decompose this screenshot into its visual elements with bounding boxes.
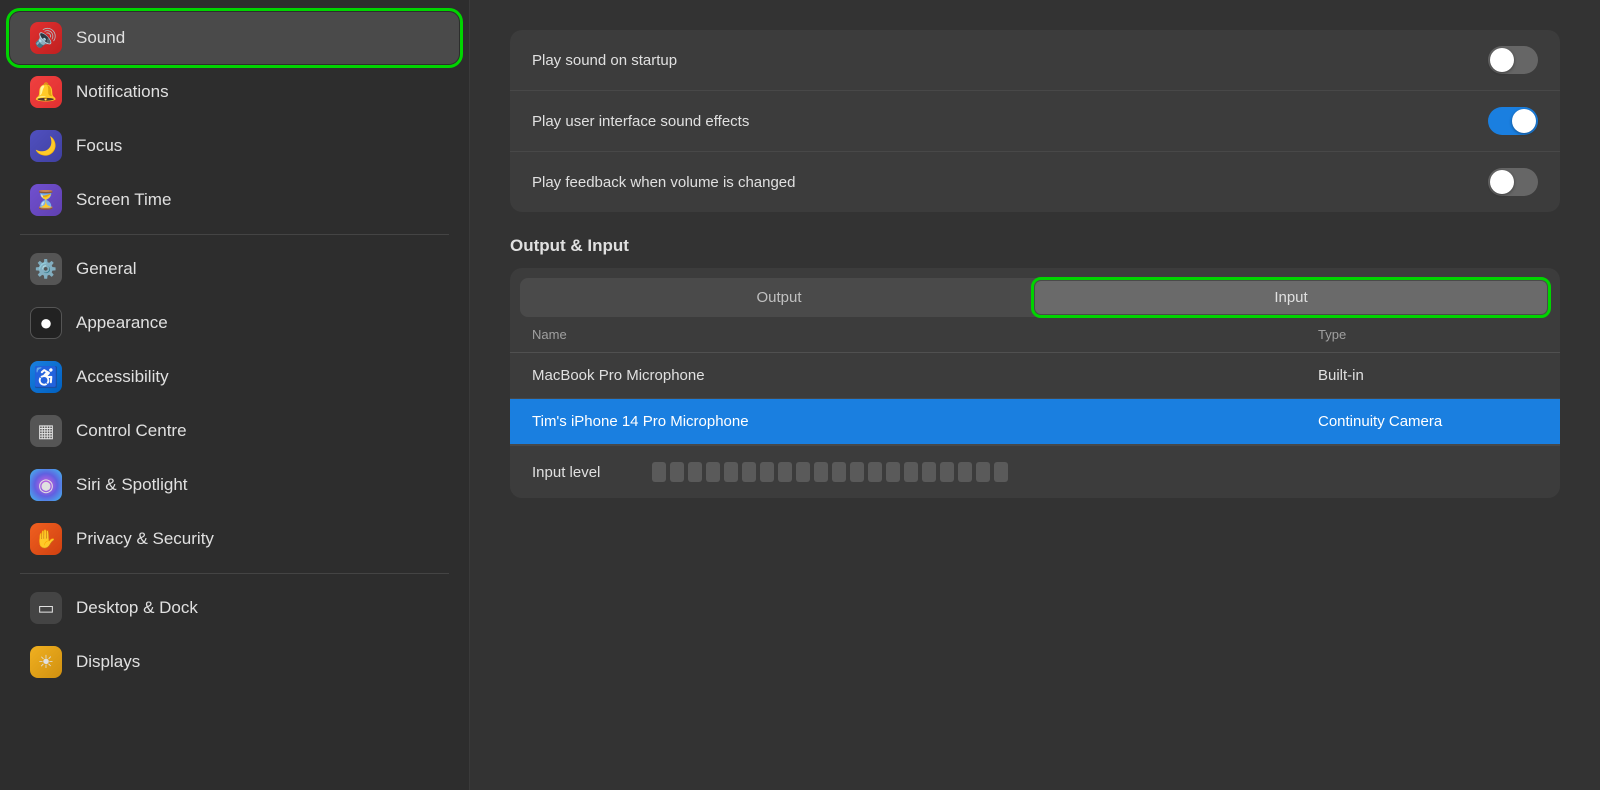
toggle-knob-startup bbox=[1490, 48, 1514, 72]
level-bar bbox=[724, 462, 738, 482]
level-bar bbox=[760, 462, 774, 482]
output-input-heading: Output & Input bbox=[510, 236, 1560, 256]
level-bar bbox=[688, 462, 702, 482]
setting-label-startup: Play sound on startup bbox=[532, 52, 677, 69]
table-header-type: Type bbox=[1318, 327, 1538, 342]
accessibility-icon: ♿ bbox=[30, 361, 62, 393]
level-bar bbox=[976, 462, 990, 482]
table-cell-macbook-mic-name: MacBook Pro Microphone bbox=[532, 367, 1318, 384]
level-bar bbox=[742, 462, 756, 482]
level-bar bbox=[904, 462, 918, 482]
sidebar-item-label: Desktop & Dock bbox=[76, 598, 198, 618]
desktop-icon: ▭ bbox=[30, 592, 62, 624]
table-header-name: Name bbox=[532, 327, 1318, 342]
privacy-icon: ✋ bbox=[30, 523, 62, 555]
sidebar-item-general[interactable]: ⚙️ General bbox=[10, 243, 459, 295]
toggle-feedback[interactable] bbox=[1488, 168, 1538, 196]
sidebar-item-accessibility[interactable]: ♿ Accessibility bbox=[10, 351, 459, 403]
level-bar bbox=[832, 462, 846, 482]
level-bar bbox=[778, 462, 792, 482]
main-content: Play sound on startup Play user interfac… bbox=[470, 0, 1600, 790]
sidebar-item-desktop[interactable]: ▭ Desktop & Dock bbox=[10, 582, 459, 634]
level-bar bbox=[814, 462, 828, 482]
sidebar-item-controlcentre[interactable]: ▦ Control Centre bbox=[10, 405, 459, 457]
sidebar-item-notifications[interactable]: 🔔 Notifications bbox=[10, 66, 459, 118]
level-bar bbox=[940, 462, 954, 482]
level-bar bbox=[850, 462, 864, 482]
input-level-label: Input level bbox=[532, 464, 632, 481]
tab-output[interactable]: Output bbox=[523, 281, 1035, 314]
level-bar bbox=[868, 462, 882, 482]
table-row-macbook-mic[interactable]: MacBook Pro Microphone Built-in bbox=[510, 353, 1560, 399]
tab-input[interactable]: Input bbox=[1035, 281, 1547, 314]
sidebar-item-privacy[interactable]: ✋ Privacy & Security bbox=[10, 513, 459, 565]
sound-icon: 🔊 bbox=[30, 22, 62, 54]
general-icon: ⚙️ bbox=[30, 253, 62, 285]
sidebar: 🔊 Sound 🔔 Notifications 🌙 Focus ⏳ Screen… bbox=[0, 0, 470, 790]
level-bar bbox=[994, 462, 1008, 482]
sidebar-group-2: ⚙️ General ● Appearance ♿ Accessibility … bbox=[0, 243, 469, 565]
level-bar bbox=[796, 462, 810, 482]
tab-bar: Output Input bbox=[520, 278, 1550, 317]
sidebar-item-label: General bbox=[76, 259, 136, 279]
appearance-icon: ● bbox=[30, 307, 62, 339]
controlcentre-icon: ▦ bbox=[30, 415, 62, 447]
level-bar bbox=[706, 462, 720, 482]
sidebar-item-label: Control Centre bbox=[76, 421, 187, 441]
sidebar-item-label: Displays bbox=[76, 652, 140, 672]
table-header: Name Type bbox=[510, 317, 1560, 353]
siri-icon: ◉ bbox=[30, 469, 62, 501]
table-row-iphone-mic[interactable]: Tim's iPhone 14 Pro Microphone Continuit… bbox=[510, 399, 1560, 445]
sidebar-group-3: ▭ Desktop & Dock ☀ Displays bbox=[0, 582, 469, 688]
level-bar bbox=[670, 462, 684, 482]
displays-icon: ☀ bbox=[30, 646, 62, 678]
screentime-icon: ⏳ bbox=[30, 184, 62, 216]
sidebar-item-displays[interactable]: ☀ Displays bbox=[10, 636, 459, 688]
table-cell-iphone-mic-type: Continuity Camera bbox=[1318, 413, 1538, 430]
toggle-knob-ui-sounds bbox=[1512, 109, 1536, 133]
level-bar bbox=[652, 462, 666, 482]
sidebar-item-label: Notifications bbox=[76, 82, 169, 102]
sidebar-item-label: Siri & Spotlight bbox=[76, 475, 188, 495]
setting-row-startup: Play sound on startup bbox=[510, 30, 1560, 91]
sidebar-item-sound[interactable]: 🔊 Sound bbox=[10, 12, 459, 64]
setting-label-feedback: Play feedback when volume is changed bbox=[532, 174, 796, 191]
sidebar-item-focus[interactable]: 🌙 Focus bbox=[10, 120, 459, 172]
tab-bar-wrapper: Output Input bbox=[510, 268, 1560, 317]
setting-row-ui-sounds: Play user interface sound effects bbox=[510, 91, 1560, 152]
sidebar-item-label: Accessibility bbox=[76, 367, 169, 387]
sidebar-item-label: Screen Time bbox=[76, 190, 171, 210]
level-bar bbox=[886, 462, 900, 482]
sidebar-item-screentime[interactable]: ⏳ Screen Time bbox=[10, 174, 459, 226]
level-bars bbox=[652, 462, 1008, 482]
sidebar-divider-1 bbox=[20, 234, 449, 235]
sidebar-group-1: 🔊 Sound 🔔 Notifications 🌙 Focus ⏳ Screen… bbox=[0, 12, 469, 226]
sidebar-item-label: Appearance bbox=[76, 313, 168, 333]
focus-icon: 🌙 bbox=[30, 130, 62, 162]
sound-toggles-section: Play sound on startup Play user interfac… bbox=[510, 30, 1560, 212]
sidebar-divider-2 bbox=[20, 573, 449, 574]
level-bar bbox=[922, 462, 936, 482]
toggle-knob-feedback bbox=[1490, 170, 1514, 194]
sidebar-item-appearance[interactable]: ● Appearance bbox=[10, 297, 459, 349]
output-input-container: Output Input Name Type MacBook Pro Micro… bbox=[510, 268, 1560, 498]
setting-label-ui-sounds: Play user interface sound effects bbox=[532, 113, 749, 130]
table-cell-iphone-mic-name: Tim's iPhone 14 Pro Microphone bbox=[532, 413, 1318, 430]
sidebar-item-label: Focus bbox=[76, 136, 122, 156]
sidebar-item-siri[interactable]: ◉ Siri & Spotlight bbox=[10, 459, 459, 511]
toggle-startup[interactable] bbox=[1488, 46, 1538, 74]
input-level-row: Input level bbox=[510, 445, 1560, 498]
notifications-icon: 🔔 bbox=[30, 76, 62, 108]
table-cell-macbook-mic-type: Built-in bbox=[1318, 367, 1538, 384]
sidebar-item-label: Sound bbox=[76, 28, 125, 48]
toggle-ui-sounds[interactable] bbox=[1488, 107, 1538, 135]
setting-row-feedback: Play feedback when volume is changed bbox=[510, 152, 1560, 212]
sidebar-item-label: Privacy & Security bbox=[76, 529, 214, 549]
level-bar bbox=[958, 462, 972, 482]
